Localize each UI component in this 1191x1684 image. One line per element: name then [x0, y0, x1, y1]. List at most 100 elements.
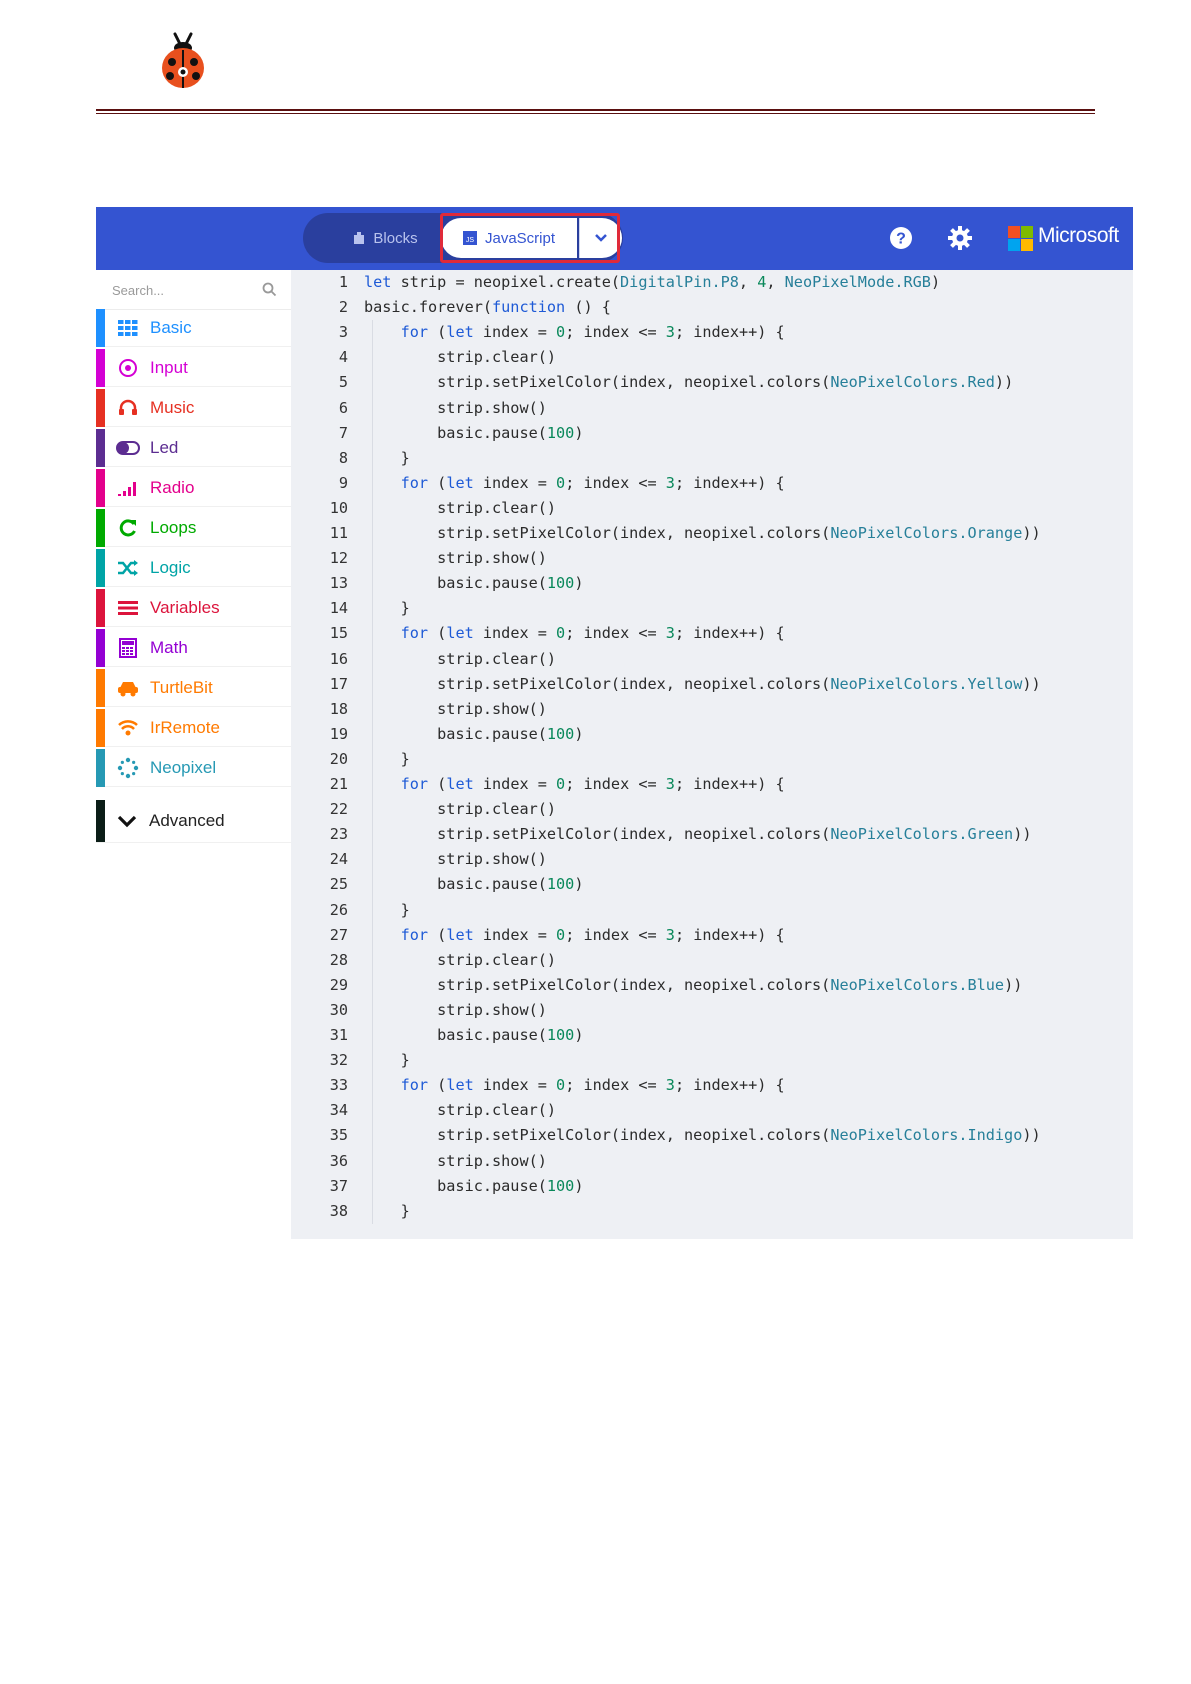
- code-line[interactable]: 19 basic.pause(100): [291, 722, 1133, 747]
- code-line[interactable]: 32 }: [291, 1048, 1133, 1073]
- line-number: 27: [329, 925, 348, 944]
- code-line[interactable]: 24 strip.show(): [291, 847, 1133, 872]
- code-line[interactable]: 18 strip.show(): [291, 697, 1133, 722]
- code-line[interactable]: 29 strip.setPixelColor(index, neopixel.c…: [291, 973, 1133, 998]
- code-text: }: [364, 448, 410, 467]
- code-line[interactable]: 37 basic.pause(100): [291, 1174, 1133, 1199]
- sidebar-item-basic[interactable]: Basic: [96, 308, 291, 347]
- line-number: 3: [338, 323, 348, 342]
- code-line[interactable]: 38 }: [291, 1199, 1133, 1224]
- code-line[interactable]: 1 let strip = neopixel.create(DigitalPin.…: [291, 270, 1133, 295]
- header-rule-thin: [96, 113, 1095, 114]
- line-number: 10: [329, 498, 348, 517]
- category-color-bar: [96, 348, 105, 387]
- calculator-icon: [116, 637, 140, 658]
- sidebar-item-music[interactable]: Music: [96, 388, 291, 427]
- code-text: basic.pause(100): [364, 1026, 584, 1044]
- gear-icon[interactable]: [947, 225, 973, 251]
- code-line[interactable]: 17 strip.setPixelColor(index, neopixel.c…: [291, 672, 1133, 697]
- code-line[interactable]: 31 basic.pause(100): [291, 1023, 1133, 1048]
- code-text: strip.setPixelColor(index, neopixel.colo…: [364, 825, 1032, 844]
- code-line[interactable]: 4 strip.clear(): [291, 345, 1133, 370]
- code-text: strip.clear(): [364, 1101, 557, 1120]
- code-line[interactable]: 34 strip.clear(): [291, 1098, 1133, 1123]
- line-number: 24: [329, 850, 348, 869]
- code-line[interactable]: 2 basic.forever(function () {: [291, 295, 1133, 320]
- code-line[interactable]: 20 }: [291, 747, 1133, 772]
- sidebar-item-math[interactable]: Math: [96, 628, 291, 667]
- code-line[interactable]: 22 strip.clear(): [291, 797, 1133, 822]
- code-line[interactable]: 26 }: [291, 898, 1133, 923]
- line-number: 28: [329, 950, 348, 969]
- code-line[interactable]: 11 strip.setPixelColor(index, neopixel.c…: [291, 521, 1133, 546]
- code-line[interactable]: 23 strip.setPixelColor(index, neopixel.c…: [291, 822, 1133, 847]
- code-line[interactable]: 13 basic.pause(100): [291, 571, 1133, 596]
- code-line[interactable]: 5 strip.setPixelColor(index, neopixel.co…: [291, 370, 1133, 395]
- code-text: for (let index = 0; index <= 3; index++)…: [400, 624, 785, 643]
- code-line[interactable]: 35 strip.setPixelColor(index, neopixel.c…: [291, 1123, 1133, 1148]
- code-text: basic.pause(100): [364, 574, 584, 593]
- puzzle-icon: [354, 232, 365, 244]
- line-number: 34: [329, 1101, 348, 1120]
- sidebar-item-radio[interactable]: Radio: [96, 468, 291, 507]
- code-editor[interactable]: 1 let strip = neopixel.create(DigitalPin.…: [291, 270, 1133, 1239]
- tab-blocks[interactable]: Blocks: [333, 213, 438, 263]
- sidebar-item-led[interactable]: Led: [96, 428, 291, 467]
- line-number: 17: [329, 674, 348, 693]
- category-color-bar: [96, 508, 105, 547]
- code-line[interactable]: 36 strip.show(): [291, 1149, 1133, 1174]
- category-color-bar: [96, 588, 105, 627]
- sidebar-item-neopixel[interactable]: Neopixel: [96, 748, 291, 787]
- code-line[interactable]: 6 strip.show(): [291, 396, 1133, 421]
- advanced-toggle[interactable]: Advanced: [96, 800, 291, 843]
- code-text: strip.show(): [364, 850, 547, 869]
- sidebar-item-irremote[interactable]: IrRemote: [96, 708, 291, 747]
- line-number: 22: [329, 800, 348, 819]
- code-line[interactable]: 33 for (let index = 0; index <= 3; index…: [291, 1073, 1133, 1098]
- code-text: strip.clear(): [364, 950, 557, 969]
- code-line[interactable]: 25 basic.pause(100): [291, 872, 1133, 897]
- microsoft-brand[interactable]: Microsoft: [1038, 224, 1119, 248]
- code-line[interactable]: 30 strip.show(): [291, 998, 1133, 1023]
- code-line[interactable]: 7 basic.pause(100): [291, 421, 1133, 446]
- code-line[interactable]: 9 for (let index = 0; index <= 3; index+…: [291, 471, 1133, 496]
- search-icon[interactable]: [262, 282, 277, 297]
- code-line[interactable]: 21 for (let index = 0; index <= 3; index…: [291, 772, 1133, 797]
- code-line[interactable]: 12 strip.show(): [291, 546, 1133, 571]
- line-number: 19: [329, 724, 348, 743]
- code-text: }: [364, 599, 410, 618]
- line-number: 9: [338, 473, 348, 492]
- code-line[interactable]: 10 strip.clear(): [291, 496, 1133, 521]
- code-text: }: [364, 900, 410, 919]
- code-text: strip.setPixelColor(index, neopixel.colo…: [364, 524, 1041, 542]
- line-number: 7: [338, 423, 348, 442]
- wifi-icon: [116, 718, 140, 738]
- code-line[interactable]: 27 for (let index = 0; index <= 3; index…: [291, 923, 1133, 948]
- code-text: basic.pause(100): [364, 1176, 584, 1195]
- code-line[interactable]: 15 for (let index = 0; index <= 3; index…: [291, 621, 1133, 646]
- line-number: 21: [329, 775, 348, 793]
- help-icon[interactable]: ?: [889, 226, 913, 250]
- ladybug-logo: [162, 32, 204, 88]
- javascript-highlight-box: [440, 213, 620, 263]
- line-number: 12: [329, 549, 348, 568]
- line-number: 13: [329, 574, 348, 593]
- code-text: basic.pause(100): [364, 875, 584, 894]
- sidebar-item-input[interactable]: Input: [96, 348, 291, 387]
- code-text: strip.setPixelColor(index, neopixel.colo…: [364, 674, 1041, 693]
- code-text: strip.clear(): [364, 800, 557, 819]
- sidebar-item-variables[interactable]: Variables: [96, 588, 291, 627]
- line-number: 26: [329, 900, 348, 919]
- code-line[interactable]: 14 }: [291, 596, 1133, 621]
- sidebar-item-logic[interactable]: Logic: [96, 548, 291, 587]
- code-text: basic.forever(function () {: [364, 298, 611, 317]
- search-input[interactable]: [110, 278, 254, 302]
- code-text: }: [364, 1201, 410, 1220]
- code-line[interactable]: 28 strip.clear(): [291, 948, 1133, 973]
- line-number: 5: [338, 373, 348, 392]
- sidebar-item-loops[interactable]: Loops: [96, 508, 291, 547]
- code-line[interactable]: 8 }: [291, 446, 1133, 471]
- code-line[interactable]: 16 strip.clear(): [291, 647, 1133, 672]
- code-line[interactable]: 3 for (let index = 0; index <= 3; index+…: [291, 320, 1133, 345]
- sidebar-item-turtlebit[interactable]: TurtleBit: [96, 668, 291, 707]
